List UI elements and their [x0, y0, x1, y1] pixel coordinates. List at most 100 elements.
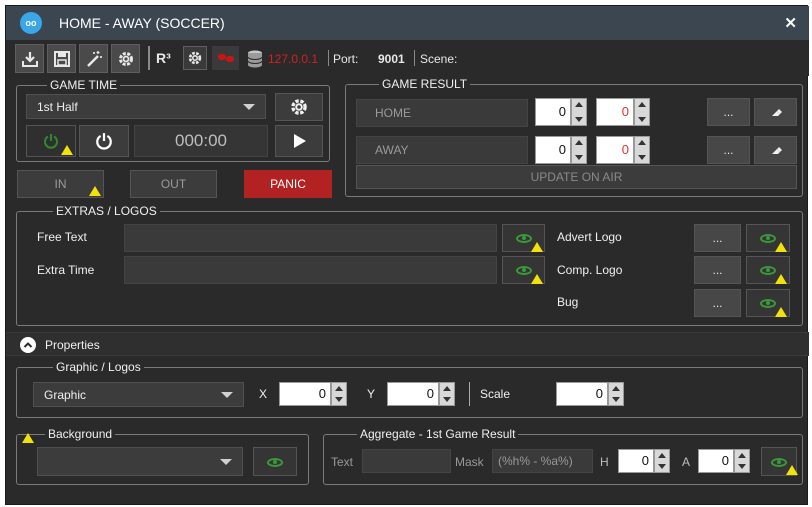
r3-settings-button[interactable] [183, 46, 207, 70]
aggregate-mask-label: Mask [455, 455, 484, 469]
port-label: Port: [333, 52, 359, 66]
background-dropdown[interactable] [37, 447, 243, 476]
comp-logo-browse-button[interactable]: ... [694, 256, 741, 284]
properties-label: Properties [45, 338, 100, 352]
play-icon [294, 134, 306, 148]
free-text-label: Free Text [37, 230, 87, 244]
graphic-dropdown[interactable]: Graphic [33, 382, 244, 407]
period-dropdown[interactable]: 1st Half [26, 94, 266, 119]
warning-icon [531, 274, 543, 284]
download-button[interactable] [15, 44, 44, 73]
close-button[interactable]: ✕ [784, 14, 797, 32]
graphic-value: Graphic [44, 387, 87, 402]
ip-address: 127.0.0.1 [268, 52, 319, 66]
home-clear-button[interactable] [754, 98, 797, 126]
eye-icon [760, 299, 776, 308]
main-window: oo HOME - AWAY (SOCCER) ✕ R³ 127.0.0.1 P… [5, 5, 809, 505]
warning-icon [61, 145, 73, 155]
aggregate-h-input[interactable]: 0 [618, 449, 654, 473]
time-settings-button[interactable] [275, 93, 323, 121]
away-extra-input[interactable]: 0 [596, 136, 634, 164]
extra-time-input[interactable] [124, 256, 497, 284]
away-team-label: AWAY [356, 136, 528, 164]
app-logo-icon: oo [20, 12, 42, 34]
home-extra-stepper[interactable] [634, 98, 650, 126]
eye-icon [760, 234, 776, 243]
title-bar: oo HOME - AWAY (SOCCER) ✕ [6, 6, 809, 40]
home-score-stepper[interactable] [571, 98, 587, 126]
unlink-icon [217, 54, 234, 62]
magic-wand-icon [86, 50, 102, 67]
power-icon [44, 134, 58, 149]
divider [469, 382, 470, 406]
gear-icon [188, 51, 202, 65]
eraser-icon [771, 109, 782, 116]
aggregate-h-stepper[interactable] [654, 449, 670, 473]
aggregate-h-label: H [600, 455, 609, 469]
eye-icon [516, 266, 532, 275]
connection-button[interactable] [212, 46, 239, 70]
aggregate-a-stepper[interactable] [734, 449, 750, 473]
game-result-legend: GAME RESULT [379, 77, 471, 91]
home-extra-input[interactable]: 0 [596, 98, 634, 126]
port-value: 9001 [378, 52, 405, 66]
eye-icon [771, 458, 787, 467]
game-time-legend: GAME TIME [47, 78, 121, 92]
extras-logos-legend: EXTRAS / LOGOS [53, 204, 160, 218]
toolbar: R³ 127.0.0.1 Port: 9001 Scene: [6, 40, 809, 76]
advert-logo-label: Advert Logo [557, 230, 622, 244]
update-on-air-button[interactable]: UPDATE ON AIR [356, 165, 797, 189]
eye-icon [267, 458, 283, 467]
extra-time-label: Extra Time [37, 263, 95, 277]
free-text-input[interactable] [124, 224, 497, 252]
advert-logo-browse-button[interactable]: ... [694, 224, 741, 252]
toolbar-divider [328, 50, 329, 66]
chevron-up-icon [20, 337, 36, 353]
period-value: 1st Half [37, 99, 78, 114]
r3-logo: R³ [156, 50, 171, 66]
x-input[interactable]: 0 [279, 382, 331, 406]
out-button[interactable]: OUT [130, 170, 217, 198]
settings-button[interactable] [111, 44, 140, 73]
aggregate-text-input[interactable] [362, 449, 451, 473]
away-browse-button[interactable]: ... [707, 136, 750, 164]
aggregate-a-input[interactable]: 0 [698, 449, 734, 473]
x-stepper[interactable] [331, 382, 347, 406]
clock-power-button[interactable] [79, 125, 129, 157]
aggregate-text-label: Text [331, 455, 354, 469]
properties-header[interactable]: Properties [6, 332, 809, 356]
download-icon [21, 51, 38, 67]
warning-icon [531, 242, 543, 252]
home-score-input[interactable]: 0 [535, 98, 571, 126]
aggregate-mask-input[interactable]: (%h% - %a%) [492, 449, 593, 473]
away-clear-button[interactable] [754, 136, 797, 164]
y-input[interactable]: 0 [387, 382, 439, 406]
background-visibility-button[interactable] [253, 447, 297, 476]
away-score-stepper[interactable] [571, 136, 587, 164]
clock-play-button[interactable] [275, 125, 323, 157]
y-label: Y [367, 387, 376, 401]
clock-display: 000:00 [134, 125, 268, 157]
scale-stepper[interactable] [608, 382, 624, 406]
away-extra-stepper[interactable] [634, 136, 650, 164]
graphic-logos-legend: Graphic / Logos [53, 360, 144, 374]
scale-label: Scale [480, 387, 511, 401]
warning-icon [775, 274, 787, 284]
comp-logo-label: Comp. Logo [557, 263, 623, 277]
away-score-input[interactable]: 0 [535, 136, 571, 164]
panic-button[interactable]: PANIC [244, 170, 332, 198]
eraser-icon [771, 147, 782, 154]
scene-label: Scene: [420, 52, 458, 66]
home-browse-button[interactable]: ... [707, 98, 750, 126]
database-icon [247, 50, 263, 68]
save-icon [53, 50, 70, 67]
power-icon [96, 133, 112, 150]
bug-browse-button[interactable]: ... [694, 289, 741, 317]
gear-icon [291, 99, 307, 115]
scale-input[interactable]: 0 [556, 382, 608, 406]
eye-icon [760, 266, 776, 275]
y-stepper[interactable] [439, 382, 455, 406]
warning-icon [786, 465, 798, 475]
save-button[interactable] [47, 44, 76, 73]
magic-wand-button[interactable] [79, 44, 108, 73]
